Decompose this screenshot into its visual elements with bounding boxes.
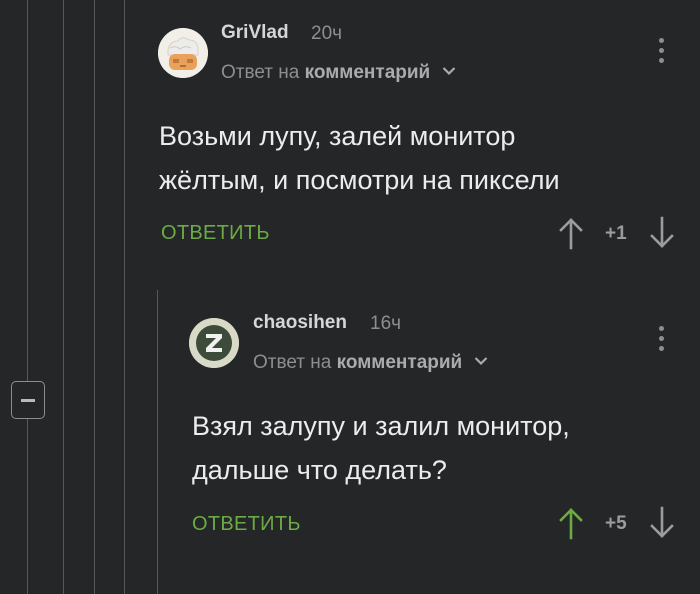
reply-button[interactable]: ОТВЕТИТЬ: [161, 222, 270, 245]
arrow-down-icon[interactable]: [649, 506, 675, 540]
comment-text-line: жёлтым, и посмотри на пиксели: [159, 165, 560, 195]
comment-text: Возьми лупу, залей монитор жёлтым, и пос…: [159, 114, 560, 202]
thread-line-2: [63, 0, 64, 594]
avatar-image-icon: [158, 28, 208, 78]
arrow-up-icon[interactable]: [558, 506, 584, 540]
chevron-down-icon: [442, 67, 455, 76]
thread-line-4: [124, 0, 125, 594]
reply-to-link[interactable]: Ответ на комментарий: [221, 62, 456, 84]
arrow-up-icon[interactable]: [558, 216, 584, 250]
avatar[interactable]: [189, 318, 239, 368]
rating-value: +5: [605, 513, 627, 534]
rating-value: +1: [605, 223, 627, 244]
username[interactable]: GriVlad: [221, 22, 289, 44]
thread-line-1: [27, 0, 28, 594]
avatar[interactable]: [158, 28, 208, 78]
more-options-button[interactable]: [659, 38, 667, 68]
collapse-thread-button[interactable]: [11, 381, 45, 419]
minus-icon: [21, 399, 35, 402]
reply-to-target: комментарий: [304, 62, 431, 83]
timestamp: 16ч: [370, 313, 402, 334]
chevron-down-icon: [474, 357, 487, 366]
more-options-button[interactable]: [659, 326, 667, 356]
reply-to-target: комментарий: [336, 352, 463, 373]
thread-line-5: [157, 290, 158, 594]
reply-to-prefix: Ответ на: [221, 62, 300, 83]
comment-text-line: Возьми лупу, залей монитор: [159, 121, 516, 151]
comment-text: Взял залупу и залил монитор, дальше что …: [192, 404, 570, 492]
reply-to-prefix: Ответ на: [253, 352, 332, 373]
thread-line-3: [94, 0, 95, 594]
comment-text-line: Взял залупу и залил монитор,: [192, 411, 570, 441]
reply-to-link[interactable]: Ответ на комментарий: [253, 352, 488, 374]
comment-text-line: дальше что делать?: [192, 455, 447, 485]
reply-button[interactable]: ОТВЕТИТЬ: [192, 513, 301, 536]
arrow-down-icon[interactable]: [649, 216, 675, 250]
username[interactable]: chaosihen: [253, 312, 347, 334]
timestamp: 20ч: [311, 23, 343, 44]
avatar-image-icon: [189, 318, 239, 368]
